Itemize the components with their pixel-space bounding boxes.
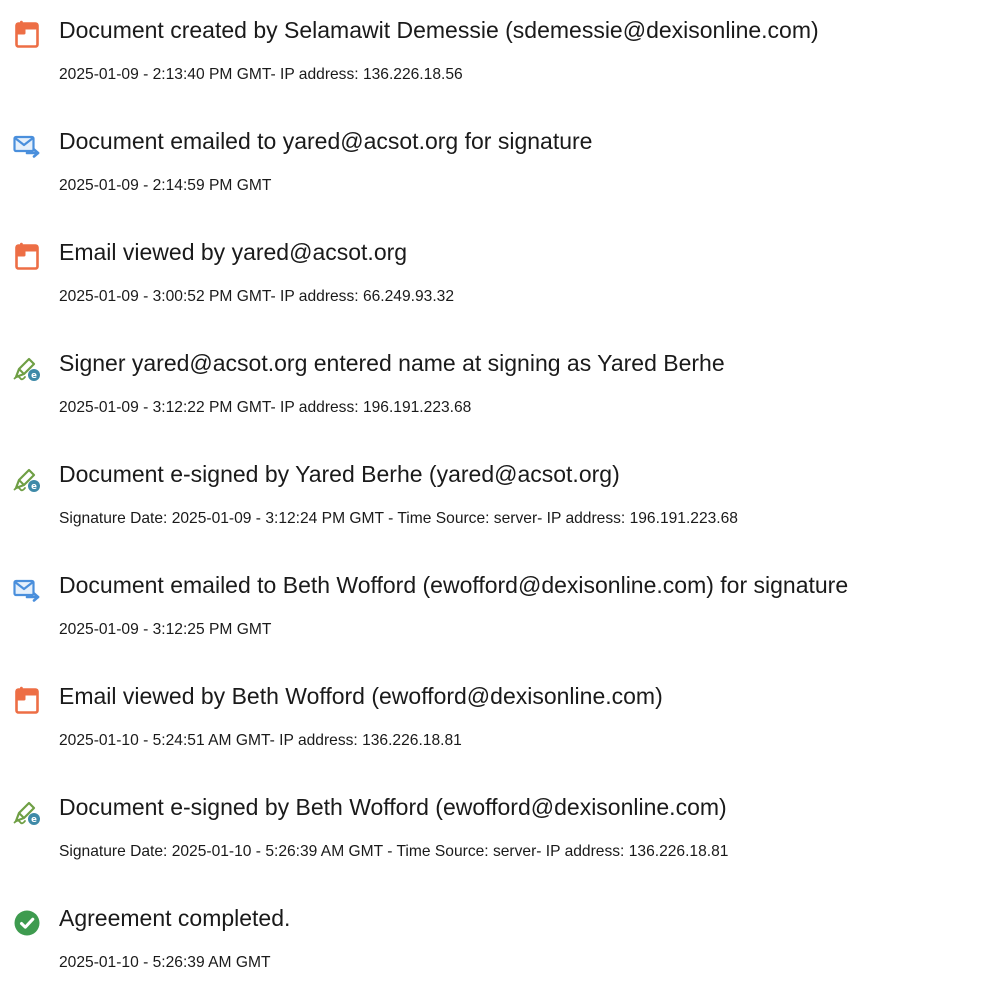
checkmark-circle-icon [12,908,42,938]
event-title: Agreement completed. [59,905,291,931]
email-icon [12,575,42,605]
audit-event: Email viewed by yared@acsot.org 2025-01-… [0,226,990,306]
svg-text:e: e [31,482,37,492]
audit-event: Agreement completed. 2025-01-10 - 5:26:3… [0,892,990,972]
event-title: Email viewed by yared@acsot.org [59,239,408,265]
document-icon [12,20,42,50]
signature-pen-icon: e [12,464,42,494]
document-icon [12,686,42,716]
audit-event: e Document e-signed by Yared Berhe (yare… [0,448,990,528]
event-title: Signer yared@acsot.org entered name at s… [59,350,725,376]
svg-text:e: e [31,371,37,381]
audit-event: Document emailed to Beth Wofford (ewoffo… [0,559,990,639]
audit-event: e Document e-signed by Beth Wofford (ewo… [0,781,990,861]
event-detail: 2025-01-09 - 2:14:59 PM GMT [59,177,272,194]
event-title: Email viewed by Beth Wofford (ewofford@d… [59,683,663,709]
event-detail: Signature Date: 2025-01-10 - 5:26:39 AM … [59,843,729,860]
event-detail: 2025-01-09 - 3:00:52 PM GMT- IP address:… [59,288,454,305]
event-detail: 2025-01-09 - 2:13:40 PM GMT- IP address:… [59,66,463,83]
signature-pen-icon: e [12,797,42,827]
audit-event-list: Document created by Selamawit Demessie (… [0,0,990,996]
event-title: Document e-signed by Beth Wofford (ewoff… [59,794,727,820]
event-title: Document created by Selamawit Demessie (… [59,17,819,43]
signature-pen-icon: e [12,353,42,383]
document-icon [12,242,42,272]
event-detail: 2025-01-09 - 3:12:25 PM GMT [59,621,272,638]
svg-text:e: e [31,815,37,825]
email-icon [12,131,42,161]
event-title: Document e-signed by Yared Berhe (yared@… [59,461,620,487]
audit-event: Email viewed by Beth Wofford (ewofford@d… [0,670,990,750]
audit-event: Document created by Selamawit Demessie (… [0,4,990,84]
audit-event: e Signer yared@acsot.org entered name at… [0,337,990,417]
event-title: Document emailed to yared@acsot.org for … [59,128,593,154]
event-detail: 2025-01-09 - 3:12:22 PM GMT- IP address:… [59,399,472,416]
event-detail: 2025-01-10 - 5:24:51 AM GMT- IP address:… [59,732,462,749]
event-detail: Signature Date: 2025-01-09 - 3:12:24 PM … [59,510,738,527]
audit-event: Document emailed to yared@acsot.org for … [0,115,990,195]
event-title: Document emailed to Beth Wofford (ewoffo… [59,572,849,598]
event-detail: 2025-01-10 - 5:26:39 AM GMT [59,954,271,971]
